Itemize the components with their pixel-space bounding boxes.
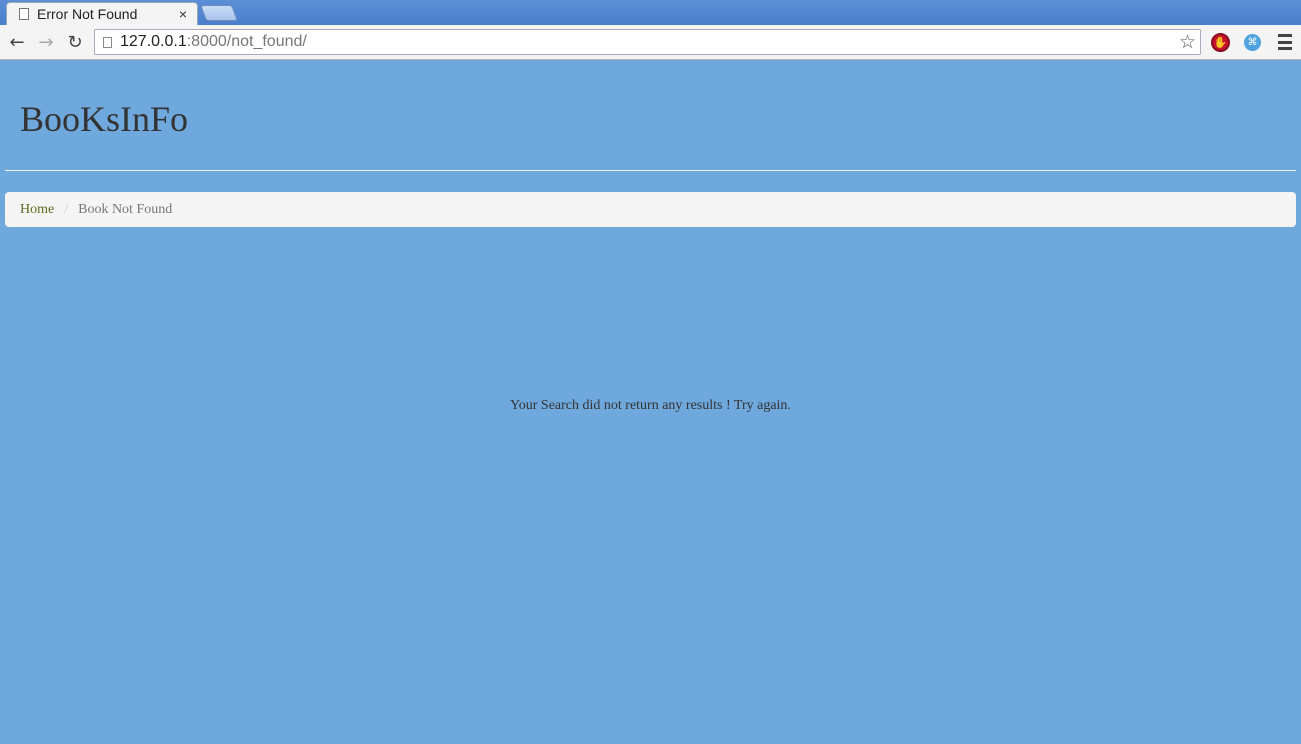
command-extension-icon[interactable]: ⌘ [1244,34,1261,51]
divider [5,170,1296,171]
url-host: 127.0.0.1 [120,33,187,50]
new-tab-button[interactable] [200,5,238,21]
url-path: :8000/not_found/ [186,33,307,50]
breadcrumb: Home / Book Not Found [5,192,1296,227]
breadcrumb-home-link[interactable]: Home [20,202,54,218]
page-info-icon [103,36,112,48]
bookmark-star-icon[interactable]: ☆ [1179,31,1196,54]
breadcrumb-current: Book Not Found [78,201,173,217]
adblock-extension-icon[interactable]: ✋ [1211,33,1230,52]
tab-title: Error Not Found [37,6,138,22]
address-bar[interactable]: 127.0.0.1 :8000/not_found/ ☆ [94,29,1201,55]
breadcrumb-separator: / [64,201,69,217]
close-icon[interactable]: × [177,6,189,22]
menu-icon[interactable] [1278,34,1292,50]
back-icon[interactable]: ← [3,28,31,56]
page-icon [19,8,29,20]
forward-icon[interactable]: → [32,28,60,56]
reload-icon[interactable]: ↻ [61,28,89,56]
tab-strip: Error Not Found × [0,0,1301,25]
no-results-message: Your Search did not return any results !… [510,398,791,413]
tab-active[interactable]: Error Not Found × [6,2,198,25]
site-title: BooKsInFo [20,99,189,139]
browser-toolbar: ← → ↻ 127.0.0.1 :8000/not_found/ ☆ ✋ ⌘ [0,25,1301,60]
